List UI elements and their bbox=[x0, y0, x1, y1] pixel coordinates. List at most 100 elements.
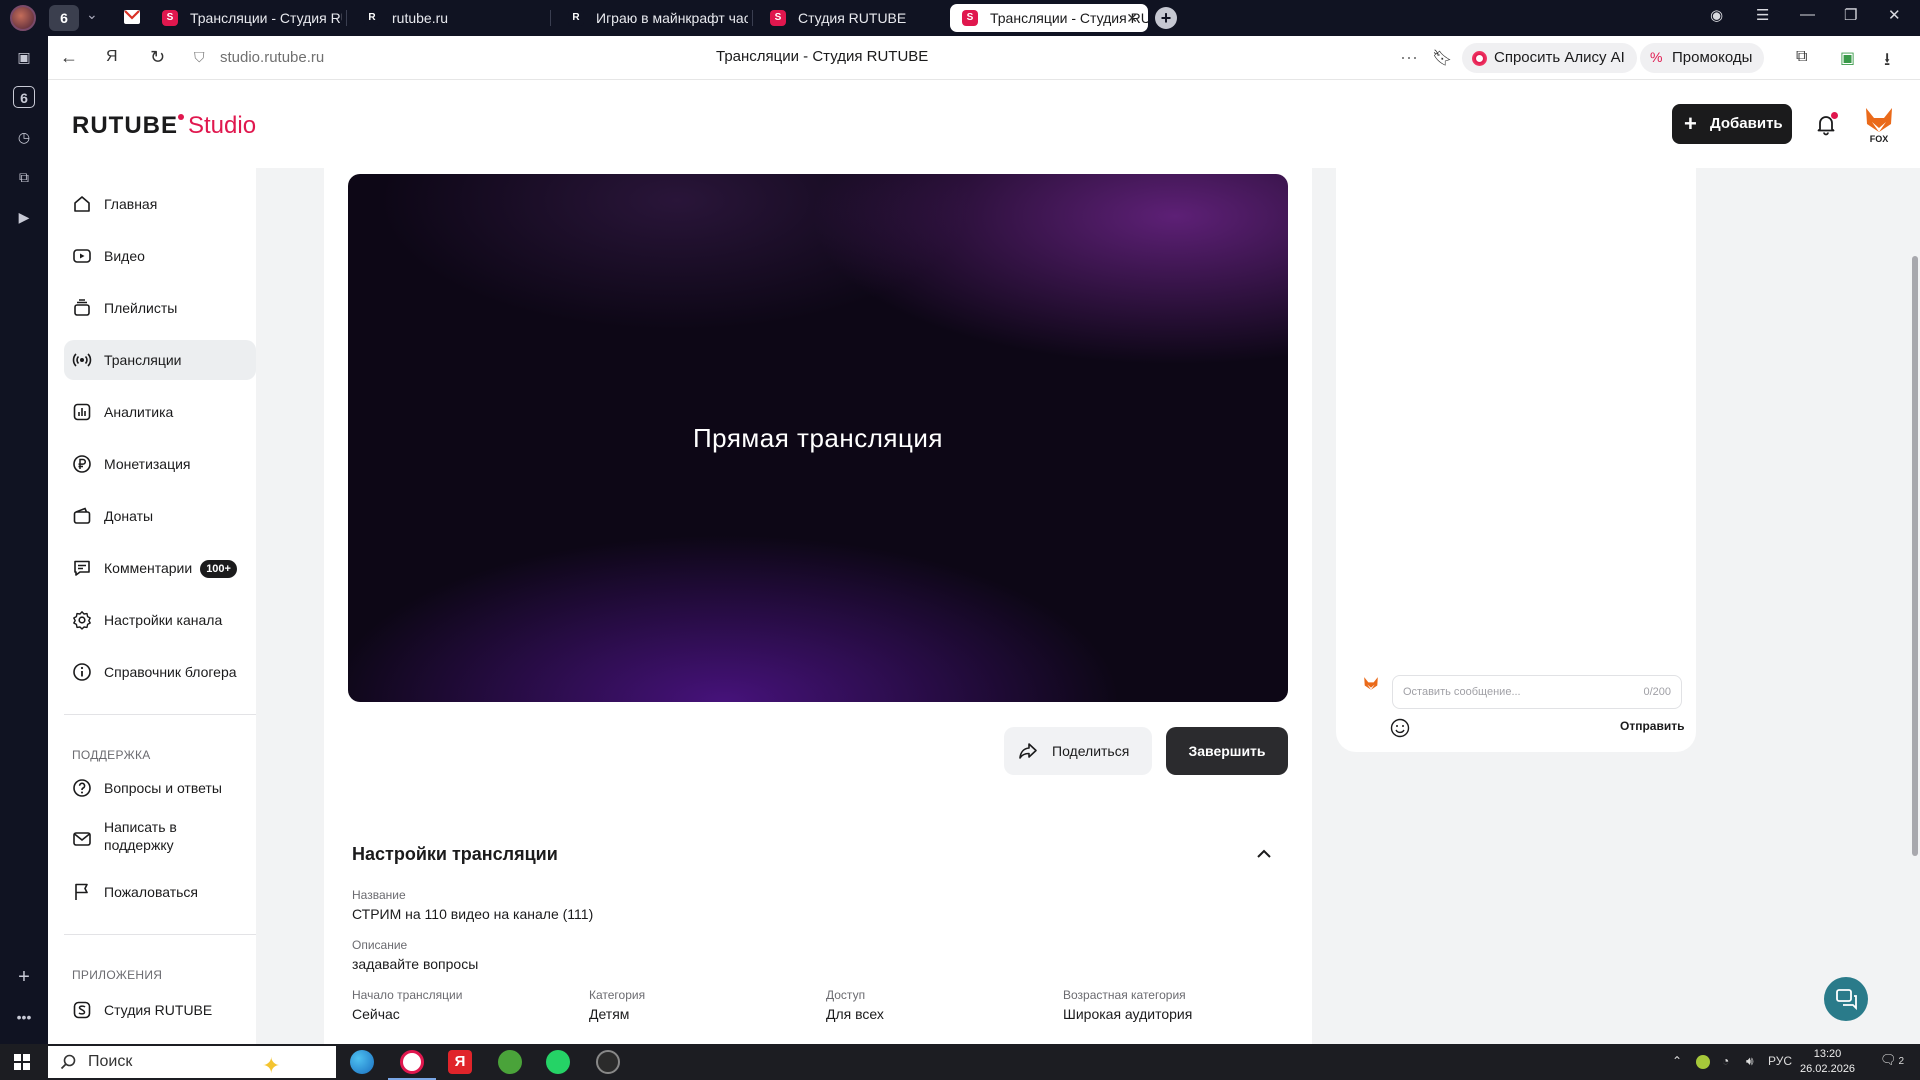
sidebar-item-broadcasts[interactable]: Трансляции bbox=[64, 340, 256, 380]
sidebar-item-write-support[interactable]: Написать в поддержку bbox=[64, 816, 256, 862]
close-window-icon[interactable]: ✕ bbox=[1888, 6, 1901, 24]
sidebar-item-home[interactable]: Главная bbox=[64, 184, 256, 224]
rutube-studio-favicon: S bbox=[770, 10, 786, 26]
play-icon[interactable]: ▶ bbox=[13, 206, 35, 228]
sidebar-item-playlists[interactable]: Плейлисты bbox=[64, 288, 256, 328]
sidebar-item-faq[interactable]: Вопросы и ответы bbox=[64, 768, 256, 808]
tray-chevron-up-icon[interactable]: ⌃ bbox=[1672, 1054, 1682, 1068]
chevron-down-icon[interactable]: ⌄ bbox=[86, 6, 98, 23]
add-button[interactable]: + Добавить bbox=[1672, 104, 1792, 144]
sidebar-item-label: Вопросы и ответы bbox=[104, 780, 222, 796]
volume-icon[interactable]: 🔊︎ bbox=[1746, 1054, 1754, 1069]
download-icon[interactable]: ⭳ bbox=[1884, 47, 1890, 77]
language-indicator[interactable]: РУС bbox=[1768, 1054, 1792, 1068]
obs-icon[interactable] bbox=[596, 1050, 620, 1074]
browser-tab[interactable]: R rutube.ru bbox=[352, 4, 544, 32]
chevron-up-icon[interactable] bbox=[1256, 846, 1272, 862]
sidebar-item-donations[interactable]: Донаты bbox=[64, 496, 256, 536]
tray-app-icon[interactable] bbox=[1696, 1055, 1710, 1069]
collections-icon[interactable]: ⧉ bbox=[1796, 48, 1807, 66]
close-tab-icon[interactable]: ✕ bbox=[1126, 4, 1138, 32]
help-chat-button[interactable] bbox=[1824, 977, 1868, 1021]
sidebar: Главная Видео Плейлисты Трансляции Анали… bbox=[48, 168, 256, 1044]
browser-side-panel: ▣ 6 ◷ ⧉ ▶ + ••• bbox=[0, 36, 48, 1044]
history-icon[interactable]: ◷ bbox=[13, 126, 35, 148]
notifications-icon[interactable]: 🗨︎ 2 bbox=[1880, 1052, 1904, 1068]
sidebar-item-blogger-guide[interactable]: Справочник блогера bbox=[64, 652, 256, 692]
reload-icon[interactable]: ↻ bbox=[150, 47, 165, 68]
sidebar-item-analytics[interactable]: Аналитика bbox=[64, 392, 256, 432]
sidebar-divider bbox=[64, 934, 256, 935]
sidebar-item-label: Донаты bbox=[104, 508, 154, 524]
age-value: Широкая аудитория bbox=[1063, 1006, 1193, 1022]
sidebar-item-video[interactable]: Видео bbox=[64, 236, 256, 276]
page-scrollbar-thumb[interactable] bbox=[1912, 256, 1918, 856]
browser-profile-avatar[interactable] bbox=[10, 5, 36, 31]
browser-tab[interactable]: S Студия RUTUBE bbox=[758, 4, 950, 32]
mail-icon[interactable] bbox=[124, 10, 140, 24]
edge-icon[interactable] bbox=[350, 1050, 374, 1074]
restore-icon[interactable]: ❐ bbox=[1844, 6, 1857, 24]
tab-count-badge[interactable]: 6 bbox=[49, 5, 79, 31]
logo-studio-text: Studio bbox=[188, 112, 257, 139]
whatsapp-icon[interactable] bbox=[546, 1050, 570, 1074]
rutube-studio-favicon: S bbox=[962, 10, 978, 26]
percent-icon: % bbox=[1650, 49, 1663, 65]
browser-tab[interactable]: R Играю в майнкрафт частично bbox=[556, 4, 748, 32]
rutube-studio-logo[interactable]: RUTUBE Studio bbox=[72, 112, 256, 140]
collections-icon[interactable]: ▣ bbox=[13, 46, 35, 68]
sidebar-item-label: Трансляции bbox=[104, 352, 182, 368]
new-tab-button[interactable]: + bbox=[1155, 7, 1177, 29]
utorrent-icon[interactable] bbox=[498, 1050, 522, 1074]
page-title: Трансляции - Студия RUTUBE bbox=[716, 48, 929, 65]
sidebar-item-complain[interactable]: Пожаловаться bbox=[64, 872, 256, 912]
taskbar-search[interactable]: Поиск ✦ bbox=[48, 1046, 336, 1078]
yandex-icon[interactable]: Я bbox=[106, 48, 118, 66]
ask-alice-button[interactable]: Спросить Алису AI bbox=[1462, 43, 1637, 73]
promo-label: Промокоды bbox=[1672, 49, 1753, 66]
notifications-bell-icon[interactable] bbox=[1814, 112, 1838, 136]
more-options-icon[interactable]: ··· bbox=[1400, 47, 1418, 68]
url-field[interactable]: studio.rutube.ru bbox=[220, 49, 324, 66]
promocodes-button[interactable]: % Промокоды bbox=[1640, 43, 1765, 73]
sidebar-item-label: Справочник блогера bbox=[104, 664, 237, 680]
sidebar-item-comments[interactable]: Комментарии 100+ bbox=[64, 548, 256, 588]
screenshot-icon[interactable]: ⧉ bbox=[13, 166, 35, 188]
sidebar-item-label: Аналитика bbox=[104, 404, 174, 420]
chat-message-input[interactable]: Оставить сообщение... 0/200 bbox=[1392, 675, 1682, 709]
more-icon[interactable]: ••• bbox=[13, 1006, 35, 1028]
channel-avatar[interactable]: FOX bbox=[1858, 102, 1900, 144]
back-icon[interactable]: ← bbox=[60, 47, 78, 68]
windows-start-icon[interactable] bbox=[14, 1054, 30, 1070]
yandex-browser-icon[interactable] bbox=[400, 1050, 424, 1074]
category-label: Категория bbox=[589, 988, 646, 1002]
sidebar-item-channel-settings[interactable]: Настройки канала bbox=[64, 600, 256, 640]
start-label: Начало трансляции bbox=[352, 988, 463, 1002]
chat-send-button[interactable]: Отправить bbox=[1620, 719, 1684, 733]
wifi-icon[interactable]: ◔ bbox=[1722, 1054, 1729, 1068]
add-panel-icon[interactable]: + bbox=[13, 966, 35, 988]
name-value: СТРИМ на 110 видео на канале (111) bbox=[352, 906, 594, 922]
share-button[interactable]: Поделиться bbox=[1004, 727, 1152, 775]
minimize-icon[interactable]: — bbox=[1800, 6, 1815, 23]
menu-icon[interactable]: ☰ bbox=[1756, 6, 1769, 24]
browser-tab[interactable]: S Трансляции - Студия RUTUBE bbox=[150, 4, 342, 32]
description-label: Описание bbox=[352, 938, 408, 952]
browser-tab-active[interactable]: S Трансляции - Студия RUTUBE ✕ bbox=[950, 4, 1148, 32]
yandex-icon[interactable]: Я bbox=[448, 1050, 472, 1074]
extension-icon[interactable]: ▣ bbox=[1840, 48, 1855, 68]
stream-player[interactable]: Прямая трансляция bbox=[348, 174, 1288, 702]
sidebar-item-monetization[interactable]: Монетизация bbox=[64, 444, 256, 484]
vpn-icon[interactable]: ◉ bbox=[1710, 6, 1723, 24]
shield-icon[interactable]: ⛉ bbox=[194, 49, 205, 66]
gear-icon bbox=[73, 611, 91, 630]
chat-char-counter: 0/200 bbox=[1643, 686, 1671, 698]
sidebar-item-label: Пожаловаться bbox=[104, 884, 199, 900]
taskbar-clock[interactable]: 13:20 26.02.2026 bbox=[1800, 1047, 1855, 1077]
sidebar-item-studio-app[interactable]: Студия RUTUBE bbox=[64, 990, 256, 1030]
logo-dot bbox=[178, 114, 184, 120]
bookmark-icon[interactable]: 🔖︎ bbox=[1432, 48, 1452, 68]
emoji-icon[interactable] bbox=[1390, 718, 1410, 738]
finish-stream-button[interactable]: Завершить bbox=[1166, 727, 1288, 775]
tab-badge-icon[interactable]: 6 bbox=[13, 86, 35, 108]
